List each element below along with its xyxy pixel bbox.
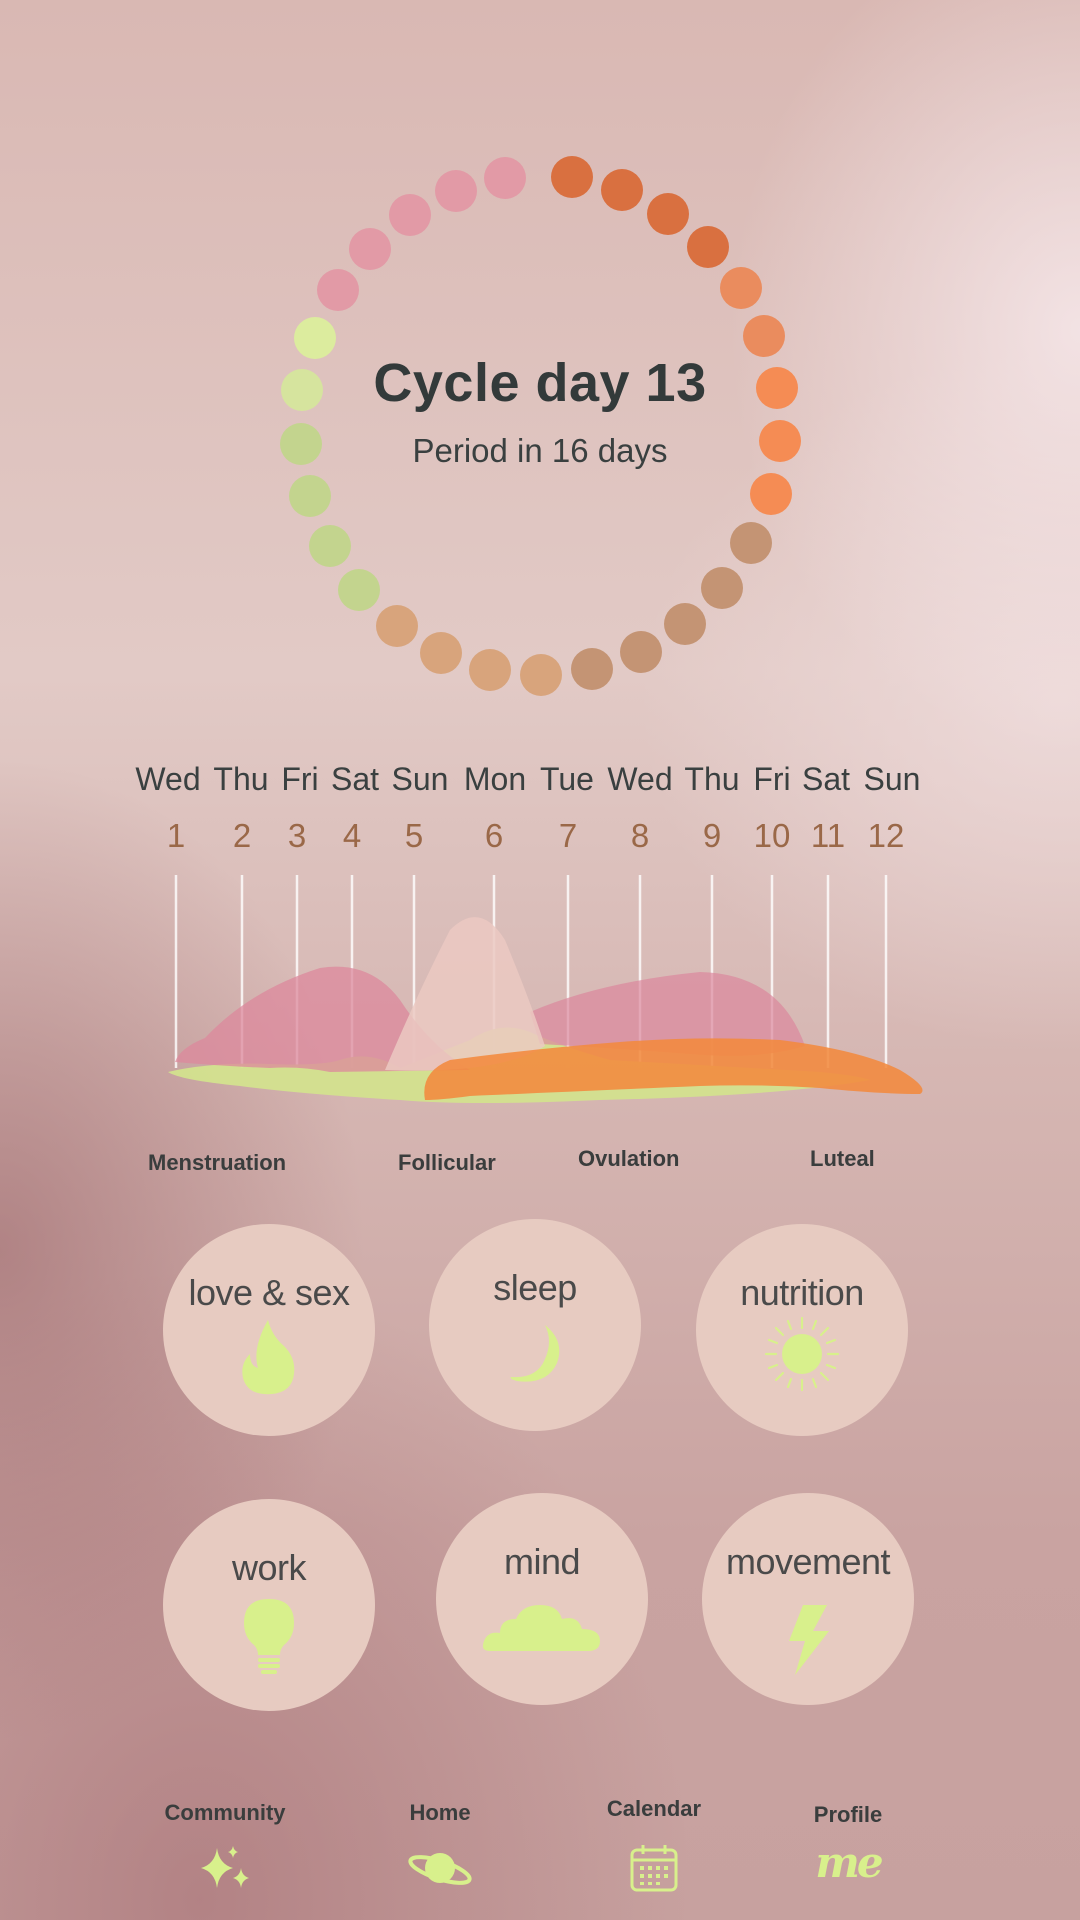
timeline-day-name: Wed: [607, 761, 672, 797]
sparkles-icon: [193, 1844, 257, 1897]
timeline-day-name: Mon: [464, 761, 526, 797]
timeline-day-name: Fri: [753, 761, 790, 797]
cycle-day-dot: [743, 314, 786, 357]
timeline-day-name: Sat: [802, 761, 850, 797]
cycle-day-dot: [687, 225, 730, 268]
cycle-day-dot: [647, 192, 690, 235]
timeline-day-name: Fri: [281, 761, 318, 797]
category-label: sleep: [493, 1267, 577, 1308]
cycle-day-dot: [551, 156, 594, 199]
cycle-day-dot: [348, 227, 391, 270]
profile-me-icon: me: [815, 1838, 883, 1887]
cycle-day-title: Cycle day 13: [373, 353, 707, 413]
cloud-icon: [482, 1601, 602, 1658]
timeline-day-name: Sun: [392, 761, 449, 797]
timeline-day-name: Wed: [135, 761, 200, 797]
cycle-day-dot: [749, 472, 792, 515]
timeline-day-number: 1: [167, 817, 185, 854]
category-label: mind: [503, 1541, 581, 1582]
timeline-day-number: 7: [559, 817, 577, 854]
timeline-day-number: 3: [288, 817, 306, 854]
phase-ovulation: Ovulation: [578, 1146, 680, 1171]
timeline-day-number: 12: [868, 817, 905, 854]
cycle-day-dot: [719, 267, 762, 310]
phase-luteal: Luteal: [810, 1146, 875, 1171]
category-mind-button[interactable]: mind: [436, 1493, 648, 1705]
timeline-day-name: Sun: [864, 761, 921, 797]
planet-icon: [407, 1844, 473, 1897]
timeline-day-name: Thu: [684, 761, 739, 797]
flame-icon: [238, 1318, 300, 1401]
category-movement-button[interactable]: movement: [702, 1493, 914, 1705]
timeline-day-name: Sat: [331, 761, 379, 797]
cycle-day-dot: [376, 604, 419, 647]
phase-menstruation: Menstruation: [148, 1150, 287, 1175]
moon-icon: [507, 1323, 563, 1390]
category-label: love & sex: [188, 1272, 350, 1313]
category-love-sex-button[interactable]: love & sex: [163, 1224, 375, 1436]
timeline-day-number: 11: [811, 817, 845, 854]
lightbulb-icon: [242, 1597, 296, 1682]
timeline-day-number: 2: [233, 817, 251, 854]
nav-profile-label: Profile: [813, 1802, 883, 1827]
cycle-day-dot: [600, 169, 643, 212]
cycle-day-dot: [288, 475, 331, 518]
phase-follicular: Follicular: [398, 1150, 496, 1175]
category-nutrition-button[interactable]: nutrition: [696, 1224, 908, 1436]
timeline-day-number: 10: [754, 817, 791, 854]
cycle-day-dot: [388, 194, 431, 236]
cycle-day-dot: [308, 524, 351, 567]
category-label: work: [231, 1547, 307, 1588]
lightning-bolt-icon: [783, 1603, 833, 1680]
cycle-day-dot: [434, 169, 477, 212]
calendar-icon: [629, 1844, 679, 1897]
cycle-day-dot: [520, 653, 563, 696]
wave-peach: [385, 917, 545, 1071]
sun-icon: [762, 1314, 842, 1399]
cycle-day-dot: [469, 648, 512, 691]
timeline-day-number: 9: [703, 817, 721, 854]
cycle-day-dot: [701, 566, 744, 609]
cycle-timeline-chart: Wed Thu Fri Sat Sun Mon Tue Wed Thu Fri Sat Sun 123…: [135, 761, 923, 1103]
nav-home-label: Home: [409, 1800, 471, 1825]
category-work-button[interactable]: work: [163, 1499, 375, 1711]
timeline-day-name: Tue: [540, 761, 594, 797]
cycle-day-dot: [316, 269, 359, 312]
timeline-day-number: 6: [485, 817, 503, 854]
period-countdown: Period in 16 days: [412, 432, 668, 469]
timeline-day-number: 4: [343, 817, 361, 854]
nav-home[interactable]: Home: [350, 1800, 530, 1900]
timeline-day-number: 8: [631, 817, 649, 854]
category-sleep-button[interactable]: sleep: [429, 1219, 641, 1431]
timeline-day-number: 5: [405, 817, 423, 854]
timeline-day-name: Thu: [213, 761, 268, 797]
nav-community-label: Community: [164, 1800, 286, 1825]
nav-calendar[interactable]: Calendar: [564, 1796, 744, 1900]
cycle-day-dot: [338, 568, 381, 611]
cycle-day-dot: [571, 647, 614, 690]
cycle-day-dot: [420, 631, 463, 674]
cycle-day-dot: [730, 522, 773, 565]
cycle-day-dot: [484, 156, 527, 199]
nav-community[interactable]: Community: [135, 1800, 315, 1900]
nav-calendar-label: Calendar: [606, 1796, 702, 1821]
category-label: nutrition: [740, 1272, 864, 1313]
cycle-day-dot: [663, 603, 706, 646]
category-label: movement: [725, 1541, 891, 1582]
cycle-day-dot: [619, 630, 662, 673]
nav-profile[interactable]: Profile me: [758, 1800, 938, 1900]
